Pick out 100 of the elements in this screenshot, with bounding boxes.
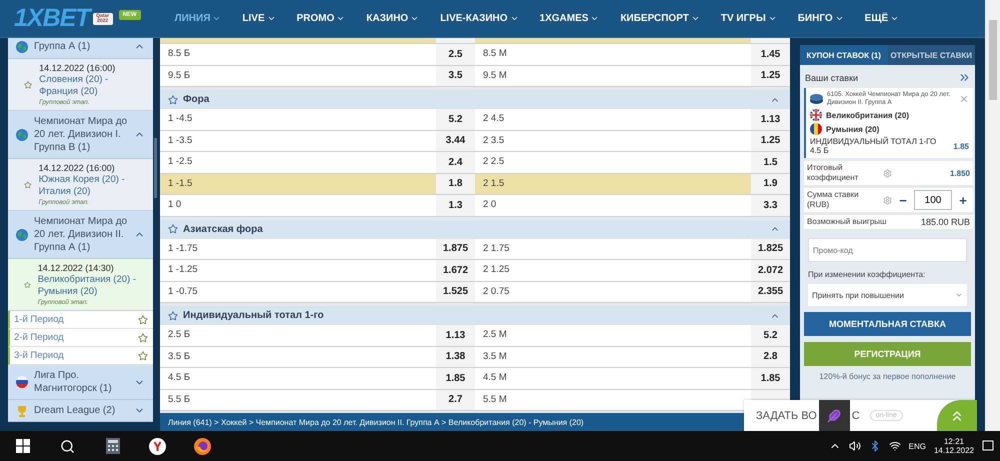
outcome-label[interactable]: 2 4.5 [475, 109, 751, 130]
volume-icon[interactable] [848, 440, 861, 452]
odds-value[interactable]: 2.8 [751, 346, 790, 367]
odds-value[interactable]: 2.072 [751, 260, 790, 280]
star-icon[interactable] [24, 180, 32, 190]
outcome-label[interactable]: 1 -1.75 [160, 238, 436, 259]
odds-value[interactable]: 2.7 [436, 390, 475, 410]
outcome-label[interactable]: 2.5 М [475, 325, 751, 346]
odds-value[interactable]: 1.875 [436, 238, 475, 259]
outcome-label[interactable]: 1 -3.5 [160, 130, 436, 151]
scroll-top-button[interactable] [937, 400, 977, 431]
stake-field[interactable]: 100 [914, 190, 952, 210]
outcome-label[interactable]: 2 1.75 [475, 238, 751, 259]
market-header[interactable]: Азиатская фора [160, 220, 790, 238]
odds-value[interactable]: 1.13 [751, 109, 790, 130]
outcome-label[interactable]: 5.5 М [475, 390, 751, 410]
odds-value[interactable]: 1.672 [436, 260, 475, 280]
outcome-label[interactable]: 1 -0.75 [160, 282, 436, 302]
nav-item[interactable]: LIVE [242, 13, 276, 24]
star-icon[interactable] [138, 314, 148, 324]
odds-value[interactable]: 2.355 [751, 282, 790, 302]
odds-value[interactable]: 1.13 [436, 325, 475, 346]
match-teams[interactable]: Великобритания (20) - Румыния (20) [38, 274, 145, 298]
odds-cell[interactable] [751, 38, 790, 43]
settings-icon[interactable] [882, 168, 892, 178]
odds-value[interactable]: 1.85 [751, 368, 790, 388]
odds-value[interactable]: 3.44 [436, 130, 475, 151]
nav-item[interactable]: 1XGAMES [540, 13, 600, 24]
odds-value[interactable]: 5.2 [436, 109, 475, 130]
clock-date[interactable]: 14.12.2022 [934, 446, 974, 455]
nav-item[interactable]: КАЗИНО [366, 13, 420, 24]
outcome-label[interactable]: 2 1.25 [475, 260, 751, 280]
outcome-label[interactable]: 2 0.75 [475, 282, 751, 302]
outcome-label[interactable]: 1 -2.5 [160, 152, 436, 172]
odds-value[interactable]: 1.825 [751, 238, 790, 259]
market-header[interactable]: Фора [160, 90, 790, 109]
settings-icon[interactable] [883, 196, 892, 204]
period-item[interactable]: 2-й Период [8, 329, 153, 347]
odds-value[interactable]: 1.25 [751, 66, 790, 86]
outcome-label[interactable]: 4.5 М [475, 368, 751, 388]
promo-field[interactable]: Промо-код [808, 238, 967, 262]
outcome-label[interactable]: 2 0 [475, 195, 751, 216]
nav-item[interactable]: LIVE-КАЗИНО [440, 13, 519, 24]
odds-change-select[interactable]: Принять при повышении [808, 284, 967, 306]
clock-time[interactable]: 12:21 [944, 437, 964, 446]
outcome-label[interactable]: 1 -4.5 [160, 109, 436, 130]
odds-value[interactable]: 1.525 [436, 282, 475, 302]
outcome-label[interactable]: 1 -1.25 [160, 260, 436, 280]
outcome-label[interactable]: 3.5 М [475, 346, 751, 367]
slip-tab[interactable]: КУПОН СТАВОК (1) [800, 45, 888, 65]
feather-button[interactable] [818, 400, 850, 431]
odds-value[interactable]: 2.5 [436, 44, 475, 64]
outcome-label[interactable]: 9.5 Б [160, 66, 436, 86]
nav-item[interactable]: ЛИНИЯ [174, 13, 222, 24]
odds-cell[interactable] [436, 38, 475, 43]
odds-value[interactable]: 3.3 [751, 195, 790, 216]
odds-value[interactable]: 1.85 [436, 368, 475, 388]
star-icon[interactable] [24, 80, 32, 90]
outcome-label[interactable]: 2.5 Б [160, 325, 436, 346]
nav-item[interactable]: КИБЕРСПОРТ [620, 13, 700, 24]
odds-value[interactable]: 1.25 [751, 130, 790, 151]
odds-value[interactable]: 3.5 [436, 66, 475, 86]
outcome-label[interactable]: 2 2.5 [475, 152, 751, 172]
outcome-label[interactable]: 2 1.5 [475, 174, 751, 194]
star-icon[interactable] [168, 224, 178, 234]
star-icon[interactable] [138, 332, 148, 342]
decrease-button[interactable]: − [896, 192, 910, 208]
outcome-label[interactable]: 2 3.5 [475, 130, 751, 151]
outcome-label[interactable]: 9.5 М [475, 66, 751, 86]
outcome-label[interactable]: 1 -1.5 [160, 174, 436, 194]
odds-value[interactable]: 1.5 [751, 152, 790, 172]
odds-value[interactable]: 2.4 [436, 152, 475, 172]
outcome-label[interactable]: 8.5 М [475, 44, 751, 64]
instant-bet-button[interactable]: МОМЕНТАЛЬНАЯ СТАВКА [804, 312, 971, 336]
collapse-icon[interactable] [958, 71, 971, 84]
outcome-label[interactable]: 3.5 Б [160, 346, 436, 367]
odds-value[interactable]: 1.8 [436, 174, 475, 194]
nav-item[interactable]: TV ИГРЫ [720, 13, 777, 24]
match-teams[interactable]: Словения (20) - Франция (20) [39, 74, 145, 98]
odds-value[interactable]: 1.45 [751, 44, 790, 64]
close-icon[interactable] [959, 94, 969, 104]
star-icon[interactable] [168, 94, 178, 104]
slip-tab[interactable]: ОТКРЫТЫЕ СТАВКИ [888, 45, 975, 65]
nav-item[interactable]: ЕЩЁ [864, 13, 900, 24]
market-header[interactable]: Индивидуальный тотал 1-го [160, 306, 790, 325]
odds-value[interactable]: 1.38 [436, 346, 475, 367]
outcome-label[interactable]: 8.5 Б [160, 44, 436, 64]
increase-button[interactable]: + [956, 192, 970, 208]
odds-value[interactable]: 1.9 [751, 174, 790, 194]
outcome-label[interactable]: 5.5 Б [160, 390, 436, 410]
breadcrumb[interactable]: Линия (641) > Хоккей > Чемпионат Мира до 20 лет. Дивизион II. Группа А > Великобритания (20) - Румыния (20) [168, 418, 584, 426]
star-icon[interactable] [24, 280, 31, 290]
match-teams[interactable]: Южная Корея (20) - Италия (20) [38, 174, 145, 198]
notification-icon[interactable] [982, 440, 994, 452]
outcome-label[interactable]: 4.5 Б [160, 368, 436, 388]
star-icon[interactable] [168, 310, 178, 320]
language-indicator[interactable]: ENG [908, 442, 926, 450]
period-item[interactable]: 3-й Период [8, 347, 153, 365]
outcome-label[interactable]: 1 0 [160, 195, 436, 216]
nav-item[interactable]: PROMO [296, 13, 346, 24]
